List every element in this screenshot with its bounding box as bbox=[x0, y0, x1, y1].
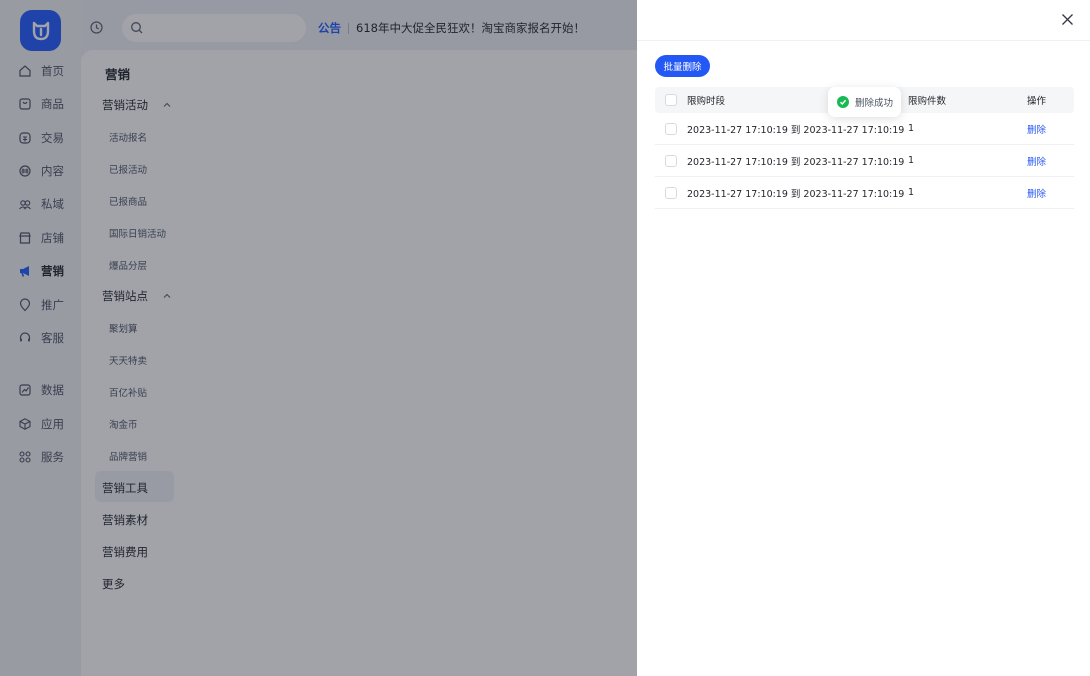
column-header-qty: 限购件数 bbox=[908, 96, 947, 107]
delete-link[interactable]: 删除 bbox=[1027, 145, 1046, 176]
close-button[interactable] bbox=[1058, 10, 1076, 28]
select-all-checkbox[interactable] bbox=[665, 94, 677, 106]
row-checkbox[interactable] bbox=[665, 122, 677, 135]
column-header-op: 操作 bbox=[1027, 96, 1047, 107]
close-icon bbox=[1061, 13, 1073, 25]
delete-link[interactable]: 删除 bbox=[1027, 177, 1046, 208]
row-checkbox-cell bbox=[665, 145, 677, 176]
row-checkbox[interactable] bbox=[665, 186, 677, 199]
qty-cell: 1 bbox=[908, 155, 915, 166]
qty-cell: 1 bbox=[908, 187, 915, 198]
table-row: 2023-11-27 17:10:19 到 2023-11-27 17:10:1… bbox=[655, 113, 1074, 145]
period-cell: 2023-11-27 17:10:19 到 2023-11-27 17:10:1… bbox=[687, 156, 905, 168]
table-row: 2023-11-27 17:10:19 到 2023-11-27 17:10:1… bbox=[655, 177, 1074, 209]
row-checkbox-cell bbox=[665, 113, 677, 144]
batch-delete-button[interactable]: 批量删除 bbox=[655, 55, 710, 77]
table-row: 2023-11-27 17:10:19 到 2023-11-27 17:10:1… bbox=[655, 145, 1074, 177]
qty-cell: 1 bbox=[908, 123, 915, 134]
success-toast: 删除成功 bbox=[828, 87, 901, 117]
row-checkbox[interactable] bbox=[665, 154, 677, 167]
row-checkbox-cell bbox=[665, 177, 677, 208]
column-header-period: 限购时段 bbox=[687, 96, 726, 107]
period-cell: 2023-11-27 17:10:19 到 2023-11-27 17:10:1… bbox=[687, 188, 905, 200]
toast-message: 删除成功 bbox=[855, 98, 894, 109]
drawer-header bbox=[637, 0, 1090, 41]
delete-link[interactable]: 删除 bbox=[1027, 113, 1046, 144]
period-cell: 2023-11-27 17:10:19 到 2023-11-27 17:10:1… bbox=[687, 124, 905, 136]
check-circle-icon bbox=[837, 96, 849, 108]
header-checkbox-cell bbox=[665, 87, 677, 113]
